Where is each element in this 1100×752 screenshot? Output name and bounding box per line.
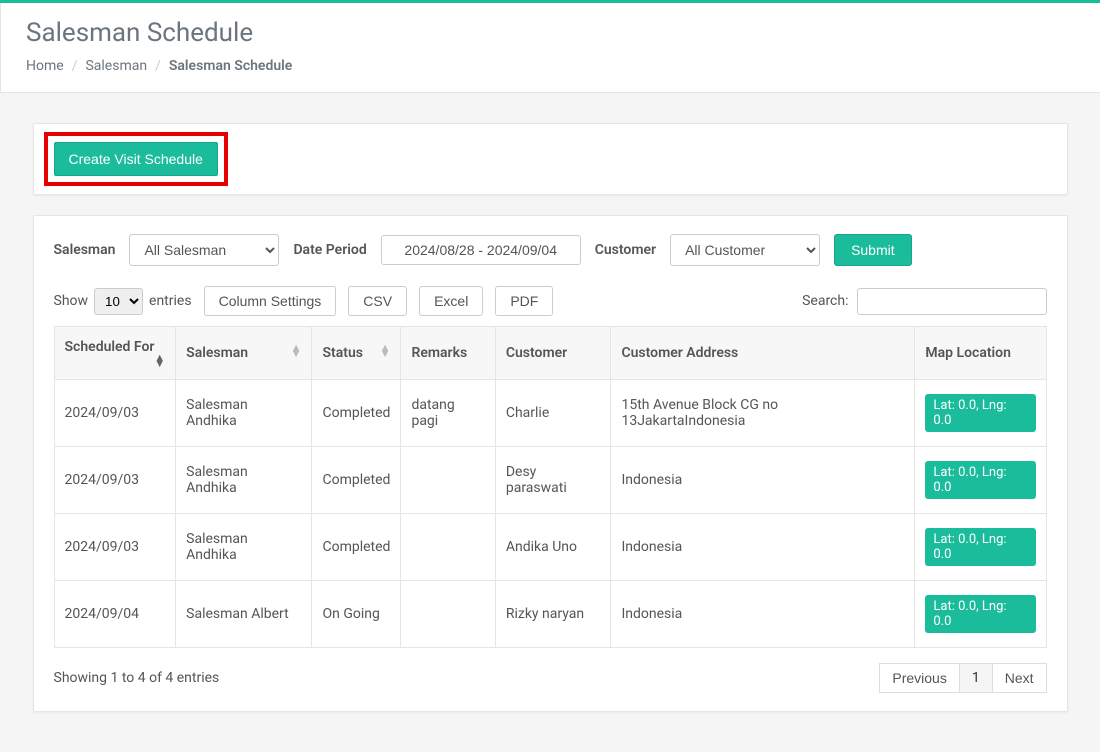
table-row: 2024/09/03Salesman AndhikaCompleted Andik… <box>54 514 1046 581</box>
cell-map: Lat: 0.0, Lng: 0.0 <box>915 447 1046 514</box>
col-customer-address[interactable]: Customer Address <box>611 327 915 380</box>
date-period-input[interactable] <box>381 235 581 265</box>
column-settings-button[interactable]: Column Settings <box>204 286 337 316</box>
cell-customer: Rizky naryan <box>495 581 611 648</box>
cell-remarks: datang pagi <box>401 380 495 447</box>
cell-address: Indonesia <box>611 514 915 581</box>
cell-status: Completed <box>312 514 401 581</box>
sort-icon: ▲▼ <box>291 345 302 357</box>
customer-filter-label: Customer <box>595 242 656 258</box>
filter-row: Salesman All Salesman Date Period Custom… <box>54 234 1047 266</box>
pdf-button[interactable]: PDF <box>495 286 553 316</box>
breadcrumb-separator: / <box>72 58 78 74</box>
cell-map: Lat: 0.0, Lng: 0.0 <box>915 514 1046 581</box>
breadcrumb-separator: / <box>155 58 161 74</box>
table-header-row: Scheduled For ▲▼ Salesman ▲▼ Status ▲▼ R… <box>54 327 1046 380</box>
cell-remarks <box>401 514 495 581</box>
col-remarks[interactable]: Remarks <box>401 327 495 380</box>
excel-button[interactable]: Excel <box>419 286 483 316</box>
date-period-label: Date Period <box>293 242 366 258</box>
table-row: 2024/09/04Salesman AlbertOn Going Rizky n… <box>54 581 1046 648</box>
col-status[interactable]: Status ▲▼ <box>312 327 401 380</box>
left-controls: Show 10 entries Column Settings CSV Exce… <box>54 286 554 316</box>
page-header: Salesman Schedule Home / Salesman / Sale… <box>0 3 1100 93</box>
cell-address: Indonesia <box>611 581 915 648</box>
cell-remarks <box>401 447 495 514</box>
col-scheduled-for[interactable]: Scheduled For ▲▼ <box>54 327 176 380</box>
col-map-location[interactable]: Map Location <box>915 327 1046 380</box>
show-entries: Show 10 entries <box>54 288 192 315</box>
cell-status: Completed <box>312 380 401 447</box>
sort-icon: ▲▼ <box>154 355 165 367</box>
show-label: Show <box>54 293 89 309</box>
cell-address: Indonesia <box>611 447 915 514</box>
cell-salesman: Salesman Andhika <box>176 514 312 581</box>
cell-scheduled-for: 2024/09/04 <box>54 581 176 648</box>
map-location-badge[interactable]: Lat: 0.0, Lng: 0.0 <box>925 394 1035 432</box>
cell-salesman: Salesman Andhika <box>176 447 312 514</box>
create-visit-schedule-button[interactable]: Create Visit Schedule <box>54 142 218 176</box>
cell-customer: Charlie <box>495 380 611 447</box>
page-size-select[interactable]: 10 <box>94 288 143 315</box>
pagination: Previous 1 Next <box>880 663 1046 693</box>
cell-scheduled-for: 2024/09/03 <box>54 380 176 447</box>
salesman-filter-label: Salesman <box>54 242 116 258</box>
cell-address: 15th Avenue Block CG no 13JakartaIndones… <box>611 380 915 447</box>
search-input[interactable] <box>857 288 1047 315</box>
table-controls: Show 10 entries Column Settings CSV Exce… <box>54 286 1047 316</box>
search-label: Search: <box>802 293 848 309</box>
cell-salesman: Salesman Andhika <box>176 380 312 447</box>
map-location-badge[interactable]: Lat: 0.0, Lng: 0.0 <box>925 461 1035 499</box>
entries-info: Showing 1 to 4 of 4 entries <box>54 670 220 686</box>
sort-icon: ▲▼ <box>380 345 391 357</box>
cell-status: On Going <box>312 581 401 648</box>
cell-salesman: Salesman Albert <box>176 581 312 648</box>
table-row: 2024/09/03Salesman AndhikaCompleteddatan… <box>54 380 1046 447</box>
breadcrumb: Home / Salesman / Salesman Schedule <box>26 58 1075 74</box>
next-button[interactable]: Next <box>992 663 1047 693</box>
prev-button[interactable]: Previous <box>879 663 959 693</box>
breadcrumb-current: Salesman Schedule <box>169 58 292 74</box>
csv-button[interactable]: CSV <box>348 286 407 316</box>
page-number[interactable]: 1 <box>959 663 993 693</box>
cell-customer: Desy paraswati <box>495 447 611 514</box>
create-card: Create Visit Schedule <box>33 123 1068 195</box>
content-area: Create Visit Schedule Salesman All Sales… <box>0 93 1100 752</box>
col-customer[interactable]: Customer <box>495 327 611 380</box>
entries-label: entries <box>149 293 192 309</box>
cell-scheduled-for: 2024/09/03 <box>54 514 176 581</box>
submit-button[interactable]: Submit <box>834 234 912 266</box>
cell-status: Completed <box>312 447 401 514</box>
cell-customer: Andika Uno <box>495 514 611 581</box>
map-location-badge[interactable]: Lat: 0.0, Lng: 0.0 <box>925 528 1035 566</box>
col-salesman[interactable]: Salesman ▲▼ <box>176 327 312 380</box>
table-footer: Showing 1 to 4 of 4 entries Previous 1 N… <box>54 663 1047 693</box>
page-title: Salesman Schedule <box>26 18 1075 48</box>
cell-scheduled-for: 2024/09/03 <box>54 447 176 514</box>
cell-map: Lat: 0.0, Lng: 0.0 <box>915 380 1046 447</box>
schedule-table: Scheduled For ▲▼ Salesman ▲▼ Status ▲▼ R… <box>54 326 1047 648</box>
breadcrumb-salesman[interactable]: Salesman <box>85 58 147 74</box>
cell-remarks <box>401 581 495 648</box>
salesman-select[interactable]: All Salesman <box>129 234 279 266</box>
customer-select[interactable]: All Customer <box>670 234 820 266</box>
cell-map: Lat: 0.0, Lng: 0.0 <box>915 581 1046 648</box>
breadcrumb-home[interactable]: Home <box>26 58 64 74</box>
filter-card: Salesman All Salesman Date Period Custom… <box>33 215 1068 712</box>
highlight-annotation: Create Visit Schedule <box>44 132 228 186</box>
table-row: 2024/09/03Salesman AndhikaCompleted Desy … <box>54 447 1046 514</box>
search-box: Search: <box>802 288 1046 315</box>
